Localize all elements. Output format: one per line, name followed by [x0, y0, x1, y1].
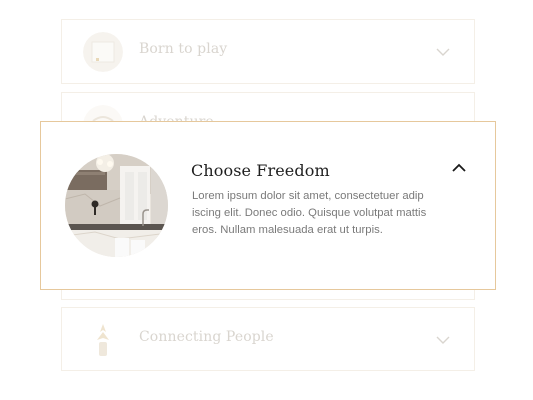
- chevron-down-icon[interactable]: [436, 44, 450, 58]
- connecting-people-thumbnail: [83, 320, 123, 360]
- card-title: Choose Freedom: [191, 161, 330, 180]
- card-body-text: Lorem ipsum dolor sit amet, consectetuer…: [192, 190, 427, 236]
- accordion-item-title: Connecting People: [139, 329, 274, 345]
- born-to-play-thumbnail: [83, 32, 123, 72]
- accordion-item-title: Born to play: [139, 41, 228, 57]
- accordion-item-connecting-people[interactable]: Connecting People: [61, 307, 475, 371]
- kitchen-photo: [65, 154, 168, 257]
- accordion-item-choose-freedom[interactable]: Choose Freedom Lorem ipsum dolor sit ame…: [40, 121, 496, 290]
- accordion-item-born-to-play[interactable]: Born to play: [61, 19, 475, 84]
- chevron-down-icon[interactable]: [436, 332, 450, 346]
- chevron-up-icon[interactable]: [449, 158, 469, 178]
